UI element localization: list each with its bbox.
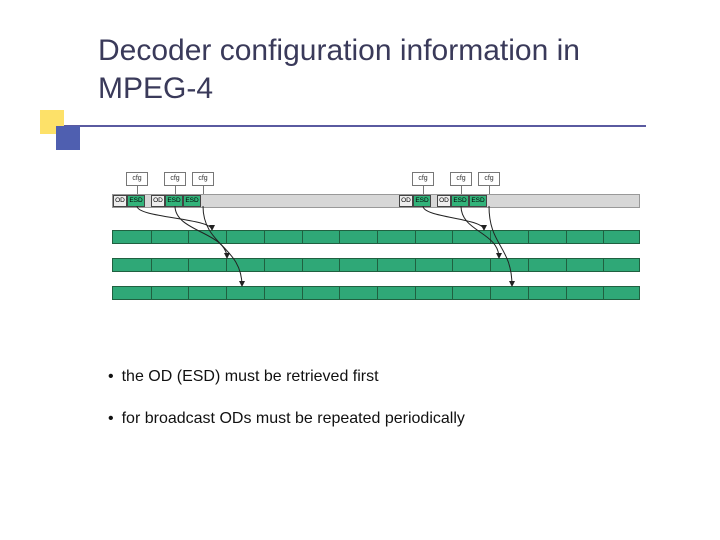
config-arrow (423, 206, 484, 230)
cfg-box: cfg (126, 172, 148, 186)
bullet-item: • the OD (ESD) must be retrieved first (108, 368, 628, 386)
cfg-box: cfg (450, 172, 472, 186)
bullet-text: the OD (ESD) must be retrieved first (122, 368, 379, 386)
cfg-box: cfg (478, 172, 500, 186)
od-esd-group: ODESDESD (151, 195, 201, 207)
cfg-box: cfg (192, 172, 214, 186)
cfg-row: cfgcfgcfgcfgcfgcfg (112, 172, 640, 190)
media-stream-1 (112, 230, 640, 244)
od-track: ODESDODESDESDODESDODESDESD (112, 194, 640, 208)
cfg-box: cfg (412, 172, 434, 186)
esd-cell: ESD (127, 195, 145, 207)
mpeg4-decoder-diagram: cfgcfgcfgcfgcfgcfg ODESDODESDESDODESDODE… (112, 172, 640, 322)
accent-square-blue (56, 126, 80, 150)
od-esd-group: ODESD (113, 195, 145, 207)
od-cell: OD (151, 195, 165, 207)
od-cell: OD (437, 195, 451, 207)
od-cell: OD (113, 195, 127, 207)
config-arrow (203, 206, 242, 286)
bullet-item: • for broadcast ODs must be repeated per… (108, 410, 628, 428)
slide-title-block: Decoder configuration information in MPE… (98, 32, 658, 109)
title-underline (56, 125, 646, 127)
esd-cell: ESD (413, 195, 431, 207)
config-arrow (137, 206, 212, 230)
esd-cell: ESD (165, 195, 183, 207)
bullet-list: • the OD (ESD) must be retrieved first •… (108, 368, 628, 452)
esd-cell: ESD (469, 195, 487, 207)
od-cell: OD (399, 195, 413, 207)
od-esd-group: ODESDESD (437, 195, 487, 207)
bullet-text: for broadcast ODs must be repeated perio… (122, 410, 465, 428)
config-arrow (489, 206, 512, 286)
bullet-dot-icon: • (108, 410, 114, 428)
media-stream-3 (112, 286, 640, 300)
od-esd-group: ODESD (399, 195, 431, 207)
slide-title: Decoder configuration information in MPE… (98, 32, 658, 109)
esd-cell: ESD (183, 195, 201, 207)
esd-cell: ESD (451, 195, 469, 207)
bullet-dot-icon: • (108, 368, 114, 386)
cfg-box: cfg (164, 172, 186, 186)
media-stream-2 (112, 258, 640, 272)
